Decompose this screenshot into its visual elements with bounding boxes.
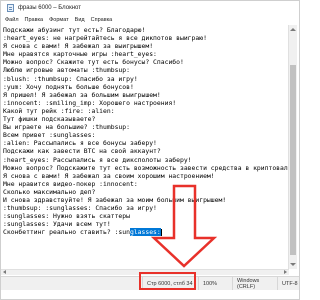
text-line: Вы играете на большие? :thumbsup: [3,123,130,132]
text-line: Подскажи абузинг тут есть? Благодарю! [3,26,146,34]
text-line: :heart_eyes: не нагрейтайтесь я все дикп… [3,34,207,43]
selected-text: glasses: [129,228,161,237]
text-line: И снова здравствуйте! Я забежал за моим … [3,195,227,204]
text-line: Я снова с вами! Я забежал за выигрышем! [3,42,154,51]
text-line: :yum: Хочу поднять больше бонусов! [3,82,134,91]
text-line: Можно вопрос? Подскажите тут есть возмож… [3,163,288,172]
text-line: :innocent: :smiling_imp: Хорошего настро… [3,98,177,107]
scroll-down-arrow-icon[interactable] [290,263,296,266]
text-line: :sunglasses: Нужно взять скаттеры [3,212,130,221]
notepad-icon [7,4,14,12]
text-line: :heart_eyes: Рассыпались я все диксполот… [3,155,192,164]
scroll-right-arrow-icon[interactable] [284,270,287,274]
notepad-window: фразы 6000 – Блокнот Файл Правка Формат … [0,0,300,300]
line-ending: Windows (CRLF) [232,277,277,290]
annotation-highlight-box [139,272,196,290]
title-bar: фразы 6000 – Блокнот [1,1,299,15]
last-line-text: Сконбеттинг реально ставить? :sun [3,228,130,237]
text-line: :sunglasses: Удачи всем тут! [3,220,111,229]
text-line: Я снова с вами! Я забежал за своим хорош… [3,171,215,180]
last-text-line: Сконбеттинг реально ставить? :sunglasses… [3,228,288,237]
menu-edit[interactable]: Правка [25,17,44,23]
vertical-scrollbar[interactable] [288,25,297,269]
menu-help[interactable]: Справка [91,17,113,23]
text-line: Мне нравится видео-покер :innocent: [3,179,138,188]
text-line: Всем привет :sunglasses: [3,131,96,140]
text-line: Я пришел! Я забежал за большим выигрышем… [3,90,161,99]
text-line: :alien: Рассыпались я все бонусы заберу! [3,139,157,148]
menu-format[interactable]: Формат [49,17,69,23]
text-line: :thumbsup: :sunglasses: Спасибо за игру! [3,204,157,213]
scroll-up-arrow-icon[interactable] [290,28,296,31]
window-title: фразы 6000 – Блокнот [18,5,81,11]
text-caret [160,228,162,236]
text-line: Люблю игровые автоматы :thumbsup: [3,66,130,75]
text-line: Можно вопрос? Скажите тут есть бонусы? С… [3,58,184,67]
text-line: Подскажи как завести BTC на свой аккаунт… [3,147,161,156]
menu-file[interactable]: Файл [5,17,19,23]
text-line: Тут фишки подсказываете? [3,115,96,124]
text-editor-area[interactable]: Подскажи абузинг тут есть? Благодарю! :h… [3,26,288,268]
menu-bar: Файл Правка Формат Вид Справка [1,15,299,25]
zoom-level: 100% [198,277,232,290]
text-line: Сколько максимально деп? [3,187,96,196]
text-line: Какой тут рейк :fire: :alien: [3,106,115,115]
scroll-left-arrow-icon[interactable] [3,270,6,274]
text-line: :blush: :thumbsup: Спасибо за игру! [3,74,138,83]
menu-view[interactable]: Вид [75,17,85,23]
vertical-scroll-thumb[interactable] [290,65,296,255]
text-line: Мне нравятся карточные игры :heart_eyes: [3,50,157,59]
encoding: UTF-8 [277,277,299,290]
